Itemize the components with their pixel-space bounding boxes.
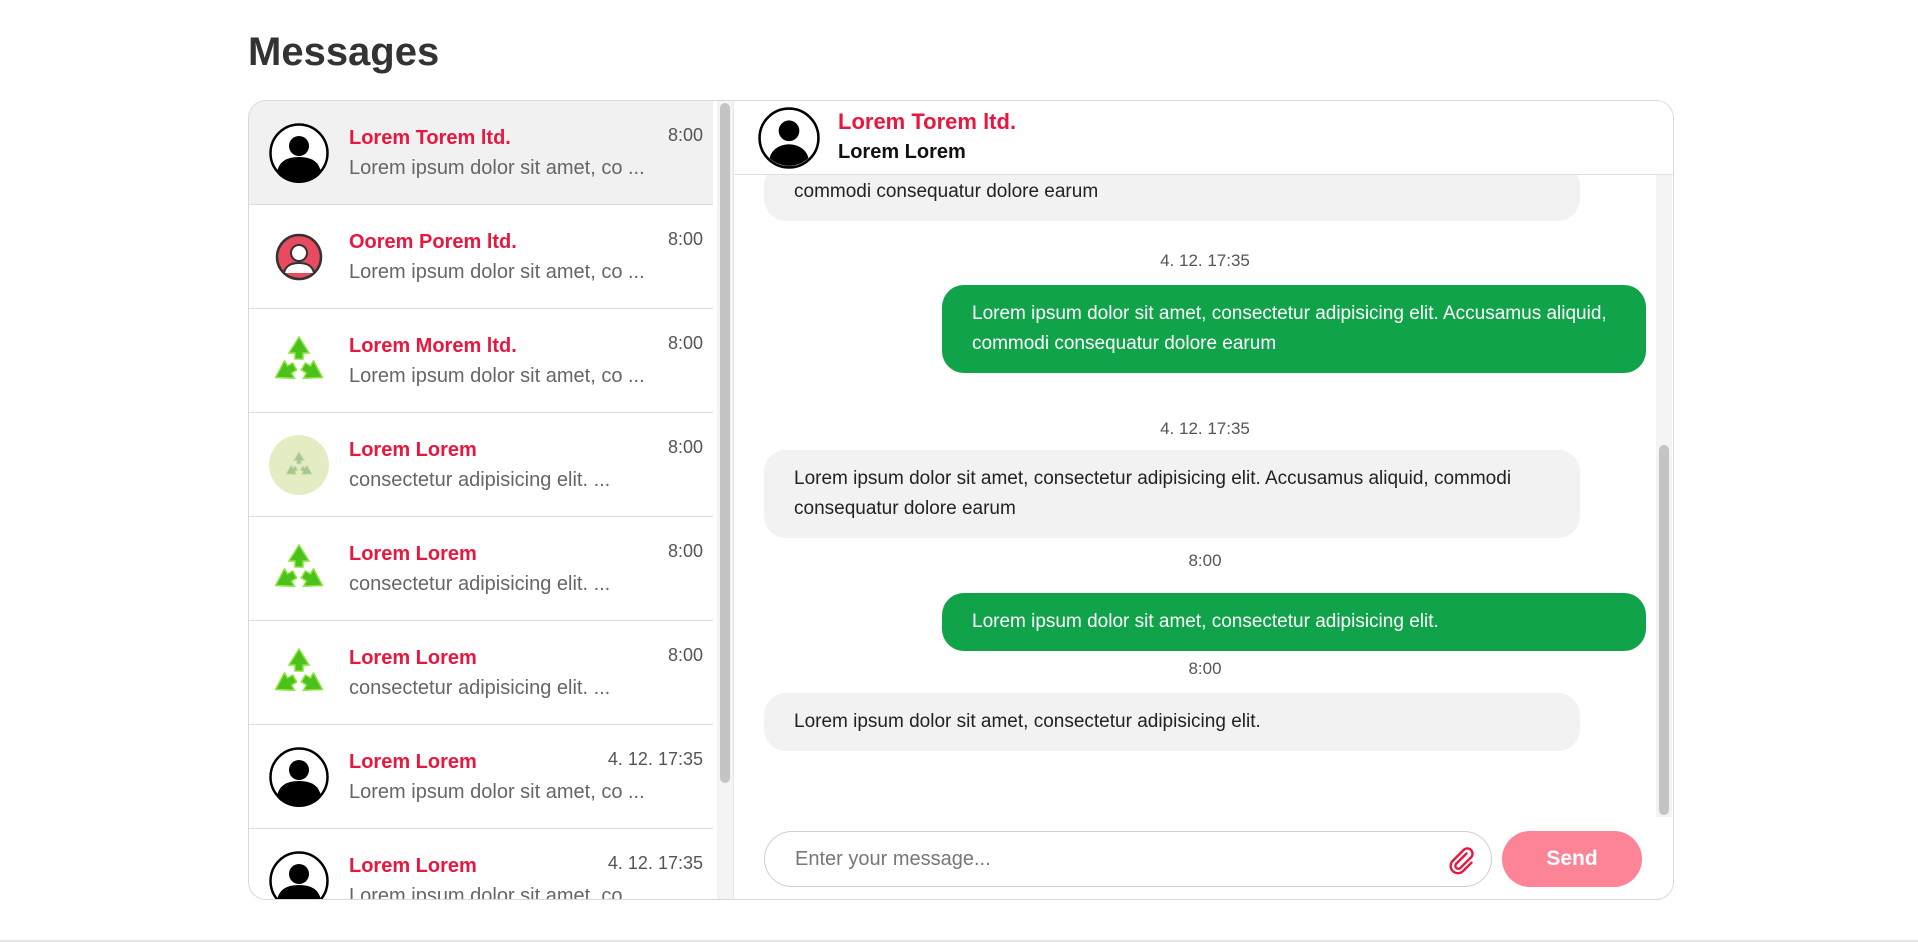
user-circle-red-icon (275, 233, 323, 281)
conversation-item[interactable]: Lorem Lorem 4. 12. 17:35 Lorem ipsum dolor… (249, 829, 713, 900)
send-button[interactable]: Send (1502, 831, 1642, 887)
recycle-icon (274, 335, 324, 379)
conversation-preview: Lorem ipsum dolor sit amet, co ... (349, 157, 645, 179)
avatar (269, 435, 329, 495)
messenger-panel: Lorem Torem ltd. 8:00 Lorem ipsum dolor si… (248, 100, 1674, 900)
conversation-name: Lorem Lorem (349, 647, 477, 669)
message-thread-scroll-thumb[interactable] (1659, 445, 1669, 815)
avatar (269, 539, 329, 599)
conversation-items: Lorem Torem ltd. 8:00 Lorem ipsum dolor si… (249, 101, 713, 900)
conversation-time: 4. 12. 17:35 (607, 749, 703, 769)
person-silhouette-icon (269, 747, 329, 807)
conversation-item[interactable]: Lorem Morem ltd. 8:00 Lorem ipsum dolor si… (249, 309, 713, 413)
conversation-time: 8:00 (667, 541, 703, 561)
message-timestamp: 8:00 (1188, 551, 1222, 570)
conversation-time: 8:00 (667, 229, 703, 249)
page-title: Messages (248, 30, 440, 74)
conversation-time: 8:00 (667, 333, 703, 353)
conversation-preview: Lorem ipsum dolor sit amet, co ... (349, 885, 645, 900)
conversation-preview: Lorem ipsum dolor sit amet, co ... (349, 261, 645, 283)
conversation-name: Lorem Torem ltd. (349, 127, 511, 149)
conversation-time: 8:00 (667, 125, 703, 145)
chat-panel: Lorem Torem ltd. Lorem Lorem commodi con… (733, 101, 1673, 899)
conversation-item[interactable]: Lorem Lorem 4. 12. 17:35 Lorem ipsum dolor… (249, 725, 713, 829)
messages-page: Messages Lorem Torem ltd. 8:00 Lorem ipsum… (0, 0, 1918, 942)
conversation-preview: Lorem ipsum dolor sit amet, co ... (349, 781, 645, 803)
conversation-list-scroll-thumb[interactable] (720, 103, 730, 783)
conversation-item[interactable]: Oorem Porem ltd. 8:00 Lorem ipsum dolor si… (249, 205, 713, 309)
recycle-faded-icon (269, 435, 329, 495)
conversation-item[interactable]: Lorem Torem ltd. 8:00 Lorem ipsum dolor si… (249, 101, 713, 205)
conversation-list[interactable]: Lorem Torem ltd. 8:00 Lorem ipsum dolor si… (249, 101, 733, 900)
message-timestamp: 4. 12. 17:35 (1160, 419, 1250, 438)
message-input[interactable] (795, 832, 1415, 886)
avatar (758, 107, 820, 169)
conversation-time: 8:00 (667, 437, 703, 457)
message-thread[interactable]: commodi consequatur dolore earum 4. 12. 1… (734, 175, 1673, 817)
conversation-list-scrollbar[interactable] (717, 101, 733, 899)
message-composer: Send (734, 817, 1673, 899)
recycle-icon (274, 543, 324, 587)
avatar (269, 123, 329, 183)
conversation-item[interactable]: Lorem Lorem 8:00 consectetur adipisicing e… (249, 517, 713, 621)
chat-header: Lorem Torem ltd. Lorem Lorem (734, 101, 1673, 175)
outgoing-message: Lorem ipsum dolor sit amet, consectetur … (942, 285, 1646, 373)
conversation-preview: consectetur adipisicing elit. ... (349, 469, 611, 491)
paperclip-icon[interactable] (1445, 844, 1477, 876)
message-thread-scrollbar[interactable] (1656, 175, 1672, 817)
avatar (269, 643, 329, 703)
incoming-message: Lorem ipsum dolor sit amet, consectetur … (764, 450, 1580, 538)
conversation-item[interactable]: Lorem Lorem 8:00 consectetur adipisicing e… (249, 413, 713, 517)
avatar (269, 227, 329, 287)
chat-company-name: Lorem Torem ltd. (838, 109, 1017, 134)
person-silhouette-icon (269, 123, 329, 183)
avatar (269, 851, 329, 899)
chat-contact-name: Lorem Lorem (838, 141, 966, 163)
incoming-message: Lorem ipsum dolor sit amet, consectetur … (764, 693, 1580, 751)
avatar (269, 747, 329, 807)
recycle-icon (274, 647, 324, 691)
conversation-name: Lorem Morem ltd. (349, 335, 517, 357)
conversation-time: 8:00 (667, 645, 703, 665)
outgoing-message: Lorem ipsum dolor sit amet, consectetur … (942, 593, 1646, 651)
conversation-name: Lorem Lorem (349, 543, 477, 565)
conversation-item[interactable]: Lorem Lorem 8:00 consectetur adipisicing e… (249, 621, 713, 725)
person-silhouette-icon (758, 107, 820, 169)
conversation-preview: consectetur adipisicing elit. ... (349, 677, 611, 699)
message-input-wrapper (764, 831, 1492, 887)
incoming-message: commodi consequatur dolore earum (764, 175, 1580, 221)
conversation-name: Lorem Lorem (349, 855, 477, 877)
conversation-time: 4. 12. 17:35 (607, 853, 703, 873)
conversation-name: Lorem Lorem (349, 439, 477, 461)
message-timestamp: 4. 12. 17:35 (1160, 251, 1250, 270)
message-timestamp: 8:00 (1188, 659, 1222, 678)
conversation-name: Lorem Lorem (349, 751, 477, 773)
person-silhouette-icon (269, 851, 329, 899)
conversation-name: Oorem Porem ltd. (349, 231, 517, 253)
avatar (269, 331, 329, 391)
conversation-preview: consectetur adipisicing elit. ... (349, 573, 611, 595)
conversation-preview: Lorem ipsum dolor sit amet, co ... (349, 365, 645, 387)
